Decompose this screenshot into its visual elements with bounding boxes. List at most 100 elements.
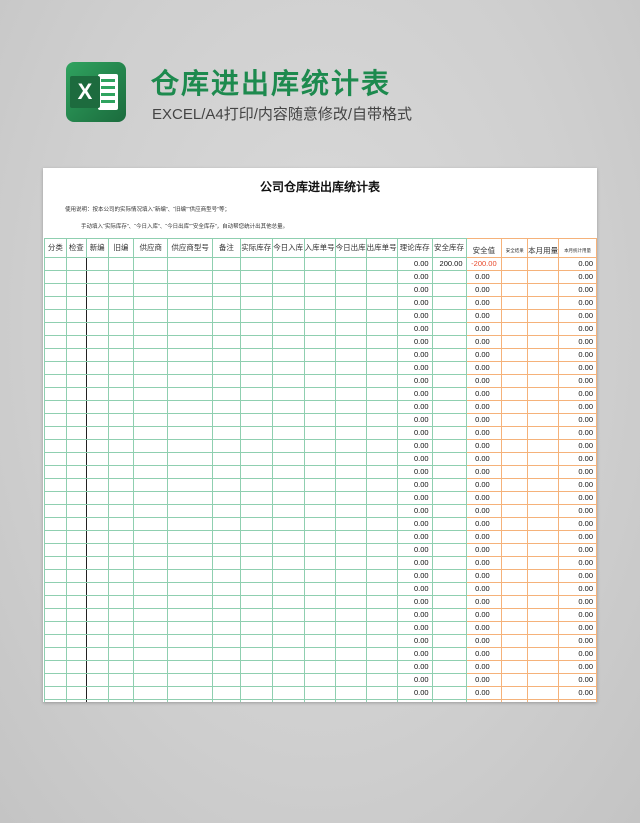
table-cell[interactable] <box>44 452 67 466</box>
table-cell[interactable] <box>133 387 169 401</box>
month-total-cell[interactable]: 0.00 <box>558 335 597 349</box>
table-cell[interactable] <box>107 413 135 427</box>
table-cell[interactable] <box>212 608 241 622</box>
table-cell[interactable] <box>65 517 87 531</box>
safe-value-cell[interactable]: 0.00 <box>465 673 503 687</box>
table-cell[interactable] <box>271 400 305 414</box>
table-cell[interactable] <box>133 543 169 557</box>
theory-stock-cell[interactable]: 0.00 <box>396 309 433 323</box>
table-cell[interactable] <box>303 335 336 349</box>
table-cell[interactable] <box>107 296 135 310</box>
table-cell[interactable] <box>271 426 305 440</box>
safe-value-cell[interactable]: 0.00 <box>465 491 503 505</box>
table-cell[interactable] <box>271 556 305 570</box>
table-cell[interactable] <box>167 374 213 388</box>
table-cell[interactable] <box>65 374 87 388</box>
table-cell[interactable] <box>501 335 529 349</box>
table-cell[interactable] <box>271 387 305 401</box>
month-total-cell[interactable]: 0.00 <box>558 426 597 440</box>
table-cell[interactable] <box>303 673 336 687</box>
safe-value-cell[interactable]: 0.00 <box>465 634 503 648</box>
table-cell[interactable] <box>212 374 241 388</box>
table-cell[interactable] <box>271 517 305 531</box>
month-total-cell[interactable]: 0.00 <box>558 699 597 702</box>
table-cell[interactable] <box>239 530 273 544</box>
table-cell[interactable] <box>44 296 67 310</box>
table-cell[interactable] <box>167 621 213 635</box>
table-cell[interactable] <box>527 361 560 375</box>
table-cell[interactable] <box>303 556 336 570</box>
table-cell[interactable] <box>107 283 135 297</box>
table-cell[interactable] <box>44 686 67 700</box>
table-cell[interactable] <box>501 530 529 544</box>
month-total-cell[interactable]: 0.00 <box>558 569 597 583</box>
table-cell[interactable] <box>133 322 169 336</box>
table-cell[interactable] <box>85 543 109 557</box>
table-cell[interactable] <box>431 387 467 401</box>
table-cell[interactable] <box>85 660 109 674</box>
safe-value-cell[interactable]: 0.00 <box>465 309 503 323</box>
theory-stock-cell[interactable]: 0.00 <box>396 374 433 388</box>
table-cell[interactable] <box>44 283 67 297</box>
table-cell[interactable] <box>334 595 367 609</box>
table-cell[interactable] <box>212 686 241 700</box>
table-cell[interactable] <box>365 452 398 466</box>
table-cell[interactable] <box>44 660 67 674</box>
table-cell[interactable] <box>501 673 529 687</box>
safe-value-cell[interactable]: 0.00 <box>465 283 503 297</box>
month-total-cell[interactable]: 0.00 <box>558 257 597 271</box>
table-cell[interactable] <box>133 660 169 674</box>
table-cell[interactable] <box>527 647 560 661</box>
table-cell[interactable] <box>44 335 67 349</box>
table-cell[interactable] <box>85 608 109 622</box>
table-cell[interactable] <box>133 608 169 622</box>
table-cell[interactable] <box>85 517 109 531</box>
table-cell[interactable] <box>334 439 367 453</box>
table-cell[interactable] <box>44 504 67 518</box>
safe-value-cell[interactable]: 0.00 <box>465 400 503 414</box>
table-cell[interactable] <box>44 491 67 505</box>
table-cell[interactable] <box>271 361 305 375</box>
month-total-cell[interactable]: 0.00 <box>558 374 597 388</box>
table-cell[interactable] <box>107 595 135 609</box>
table-cell[interactable] <box>107 335 135 349</box>
table-cell[interactable] <box>167 257 213 271</box>
table-cell[interactable] <box>167 296 213 310</box>
table-cell[interactable] <box>365 647 398 661</box>
table-cell[interactable] <box>133 400 169 414</box>
table-cell[interactable] <box>431 270 467 284</box>
table-cell[interactable] <box>239 439 273 453</box>
table-cell[interactable] <box>365 582 398 596</box>
table-cell[interactable] <box>167 426 213 440</box>
theory-stock-cell[interactable]: 0.00 <box>396 621 433 635</box>
table-cell[interactable] <box>431 348 467 362</box>
table-cell[interactable] <box>65 582 87 596</box>
table-cell[interactable] <box>212 699 241 702</box>
table-cell[interactable] <box>65 361 87 375</box>
table-cell[interactable] <box>271 322 305 336</box>
table-cell[interactable] <box>44 582 67 596</box>
table-cell[interactable] <box>212 517 241 531</box>
table-cell[interactable] <box>334 634 367 648</box>
table-cell[interactable] <box>212 322 241 336</box>
table-cell[interactable] <box>167 673 213 687</box>
table-cell[interactable] <box>167 686 213 700</box>
month-total-cell[interactable]: 0.00 <box>558 465 597 479</box>
table-cell[interactable] <box>501 426 529 440</box>
table-cell[interactable] <box>107 517 135 531</box>
table-cell[interactable] <box>167 582 213 596</box>
table-cell[interactable] <box>85 634 109 648</box>
table-cell[interactable] <box>271 478 305 492</box>
table-cell[interactable] <box>65 257 87 271</box>
table-cell[interactable] <box>212 504 241 518</box>
table-cell[interactable] <box>527 673 560 687</box>
table-cell[interactable] <box>334 686 367 700</box>
month-total-cell[interactable]: 0.00 <box>558 283 597 297</box>
table-cell[interactable] <box>271 296 305 310</box>
table-cell[interactable] <box>365 556 398 570</box>
table-cell[interactable] <box>527 348 560 362</box>
table-cell[interactable] <box>334 296 367 310</box>
table-cell[interactable] <box>501 296 529 310</box>
table-cell[interactable] <box>501 543 529 557</box>
table-cell[interactable] <box>44 647 67 661</box>
